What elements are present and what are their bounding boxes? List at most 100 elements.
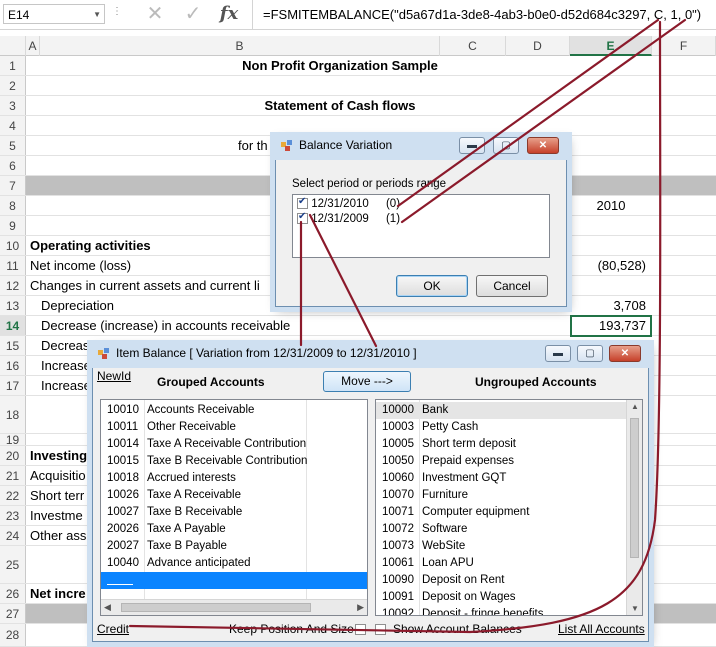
column-header-a[interactable]: A [26, 36, 40, 56]
row-header[interactable]: 6 [0, 156, 26, 175]
row-header[interactable]: 14 [0, 316, 26, 335]
row-header[interactable]: 11 [0, 256, 26, 275]
close-icon[interactable]: ✕ [527, 137, 559, 154]
list-item[interactable]: 20027 Taxe B Payable [101, 538, 367, 555]
maximize-icon[interactable]: ▢ [493, 137, 519, 154]
row-header[interactable]: 27 [0, 604, 26, 623]
credit-link[interactable]: Credit [97, 622, 129, 636]
row-header[interactable]: 10 [0, 236, 26, 255]
list-item[interactable]: 10015 Taxe B Receivable Contribution [101, 453, 367, 470]
list-item[interactable]: 10072 Software [376, 521, 642, 538]
row-header[interactable]: 28 [0, 624, 26, 646]
row-header[interactable]: 23 [0, 506, 26, 525]
line-value[interactable]: 3,708 [570, 296, 652, 315]
row-header[interactable]: 12 [0, 276, 26, 295]
column-header-c[interactable]: C [440, 36, 506, 56]
list-item[interactable]: 10060 Investment GQT [376, 470, 642, 487]
line-label[interactable]: Increase [41, 376, 91, 395]
line-label[interactable]: Increase [41, 356, 91, 375]
line-label[interactable]: Changes in current assets and current li [30, 276, 260, 295]
row-header[interactable]: 3 [0, 96, 26, 115]
line-label[interactable]: Acquisitio [30, 466, 86, 485]
list-item[interactable]: 10071 Computer equipment [376, 504, 642, 521]
report-period[interactable]: for th [238, 136, 268, 155]
row-header[interactable]: 9 [0, 216, 26, 235]
select-all-corner[interactable] [0, 36, 26, 56]
row-header[interactable]: 1 [0, 56, 26, 75]
formula-input[interactable]: =FSMITEMBALANCE("d5a67d1a-3de8-4ab3-b0e0… [252, 0, 716, 30]
row-header[interactable]: 2 [0, 76, 26, 95]
line-label[interactable]: Net income (loss) [30, 256, 131, 275]
line-label[interactable]: Decrease (increase) in accounts receivab… [41, 316, 290, 335]
list-item[interactable]: 10070 Furniture [376, 487, 642, 504]
close-icon[interactable]: ✕ [609, 345, 641, 362]
scroll-left-icon[interactable]: ◀ [104, 602, 111, 613]
keep-position-checkbox[interactable] [355, 624, 366, 635]
section-heading[interactable]: Operating activities [30, 236, 151, 255]
scroll-up-icon[interactable]: ▲ [631, 402, 639, 411]
list-item[interactable]: 10040 Advance anticipated [101, 555, 367, 572]
cancel-icon[interactable]: ✕ [142, 2, 168, 26]
list-item[interactable]: 10018 Accrued interests [101, 470, 367, 487]
section-heading[interactable]: Net incre [30, 584, 86, 603]
period-list[interactable]: 12/31/2010 (0) 12/31/2009 (1) [292, 194, 550, 258]
row-header[interactable]: 19 [0, 433, 26, 447]
period-checkbox[interactable] [297, 211, 308, 225]
scrollbar-thumb[interactable] [630, 418, 639, 558]
row-header[interactable]: 5 [0, 136, 26, 155]
show-balances-checkbox[interactable] [375, 624, 386, 635]
chevron-down-icon[interactable]: ▼ [93, 10, 101, 19]
dialog-titlebar[interactable]: Item Balance [ Variation from 12/31/2009… [88, 340, 653, 368]
list-item[interactable]: 10092 Deposit - fringe benefits [376, 606, 642, 615]
list-item[interactable]: 10090 Deposit on Rent [376, 572, 642, 589]
row-header[interactable]: 16 [0, 356, 26, 375]
grouped-accounts-list[interactable]: 10010 Accounts Receivable 10011 Other Rece… [100, 399, 368, 616]
row-header[interactable]: 15 [0, 336, 26, 355]
line-value[interactable]: (80,528) [570, 256, 652, 275]
list-item[interactable]: 10061 Loan APU [376, 555, 642, 572]
line-label[interactable]: Short terr [30, 486, 84, 505]
scroll-right-icon[interactable]: ▶ [357, 602, 364, 613]
line-label[interactable]: Depreciation [41, 296, 114, 315]
report-title[interactable]: Non Profit Organization Sample [40, 56, 640, 75]
list-item[interactable]: 20026 Taxe A Payable [101, 521, 367, 538]
column-header-d[interactable]: D [506, 36, 570, 56]
report-subtitle[interactable]: Statement of Cash flows [40, 96, 640, 115]
ungrouped-accounts-list[interactable]: 10000 Bank 10003 Petty Cash 10005 Short ter… [375, 399, 643, 616]
row-header[interactable]: 18 [0, 396, 26, 433]
row-header[interactable]: 20 [0, 446, 26, 465]
name-box[interactable]: E14 ▼ [3, 4, 105, 24]
section-heading[interactable]: Investing [30, 446, 87, 465]
list-item[interactable]: 10091 Deposit on Wages [376, 589, 642, 606]
row-header[interactable]: 26 [0, 584, 26, 603]
column-header-f[interactable]: F [652, 36, 716, 56]
list-item[interactable]: 10011 Other Receivable [101, 419, 367, 436]
list-item[interactable]: 10014 Taxe A Receivable Contribution [101, 436, 367, 453]
period-item[interactable]: 12/31/2010 (0) [297, 196, 400, 210]
list-item[interactable]: 10010 Accounts Receivable [101, 402, 367, 419]
cancel-button[interactable]: Cancel [476, 275, 548, 297]
line-label[interactable]: Decreas [41, 336, 89, 355]
ok-button[interactable]: OK [396, 275, 468, 297]
minimize-icon[interactable]: ▬ [459, 137, 485, 154]
minimize-icon[interactable]: ▬ [545, 345, 571, 362]
row-header[interactable]: 17 [0, 376, 26, 395]
row-header[interactable]: 8 [0, 196, 26, 215]
list-item[interactable]: 10005 Short term deposit [376, 436, 642, 453]
line-label[interactable]: Investme [30, 506, 83, 525]
insert-function-icon[interactable]: fx [216, 2, 242, 26]
new-entry-row[interactable] [101, 572, 367, 589]
list-item[interactable]: 10003 Petty Cash [376, 419, 642, 436]
list-item[interactable]: 10073 WebSite [376, 538, 642, 555]
list-item[interactable]: 10026 Taxe A Receivable [101, 487, 367, 504]
row-header[interactable]: 4 [0, 116, 26, 135]
selected-cell-value[interactable]: 193,737 [570, 316, 652, 335]
year-header[interactable]: 2010 [570, 196, 652, 215]
line-label[interactable]: Other ass [30, 526, 86, 545]
row-header[interactable]: 24 [0, 526, 26, 545]
row-header[interactable]: 22 [0, 486, 26, 505]
scroll-down-icon[interactable]: ▼ [631, 604, 639, 613]
row-header[interactable]: 25 [0, 546, 26, 583]
row-header[interactable]: 7 [0, 176, 26, 195]
column-header-b[interactable]: B [40, 36, 440, 56]
